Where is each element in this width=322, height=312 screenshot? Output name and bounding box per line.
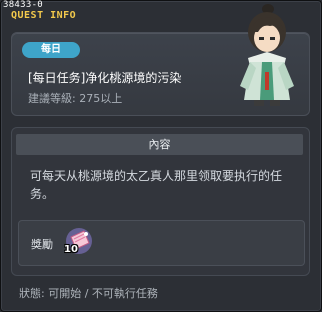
reward-label: 獎勵 [31,238,53,251]
reward-item-count: 10 [64,244,78,255]
quest-id-label: 38433-0 [3,0,44,10]
daily-badge: 每日 [22,42,80,58]
quest-name: [每日任务]净化桃源境的污染 [28,71,182,85]
quest-description: 可每天从桃源境的太乙真人那里领取要执行的任务。 [30,169,283,201]
npc-tassel [265,72,269,90]
npc-eye-right [270,37,275,40]
recommended-level: 建議等級: 275以上 [28,92,123,105]
window-title: QUEST INFO [11,10,77,21]
reward-box [18,220,305,266]
npc-foot-left [254,100,264,106]
quest-status: 狀態: 可開始 / 不可執行任務 [19,287,158,300]
npc-eye-left [259,37,264,40]
npc-portrait [240,4,294,106]
content-heading: 內容 [16,134,303,155]
npc-foot-right [270,100,280,106]
